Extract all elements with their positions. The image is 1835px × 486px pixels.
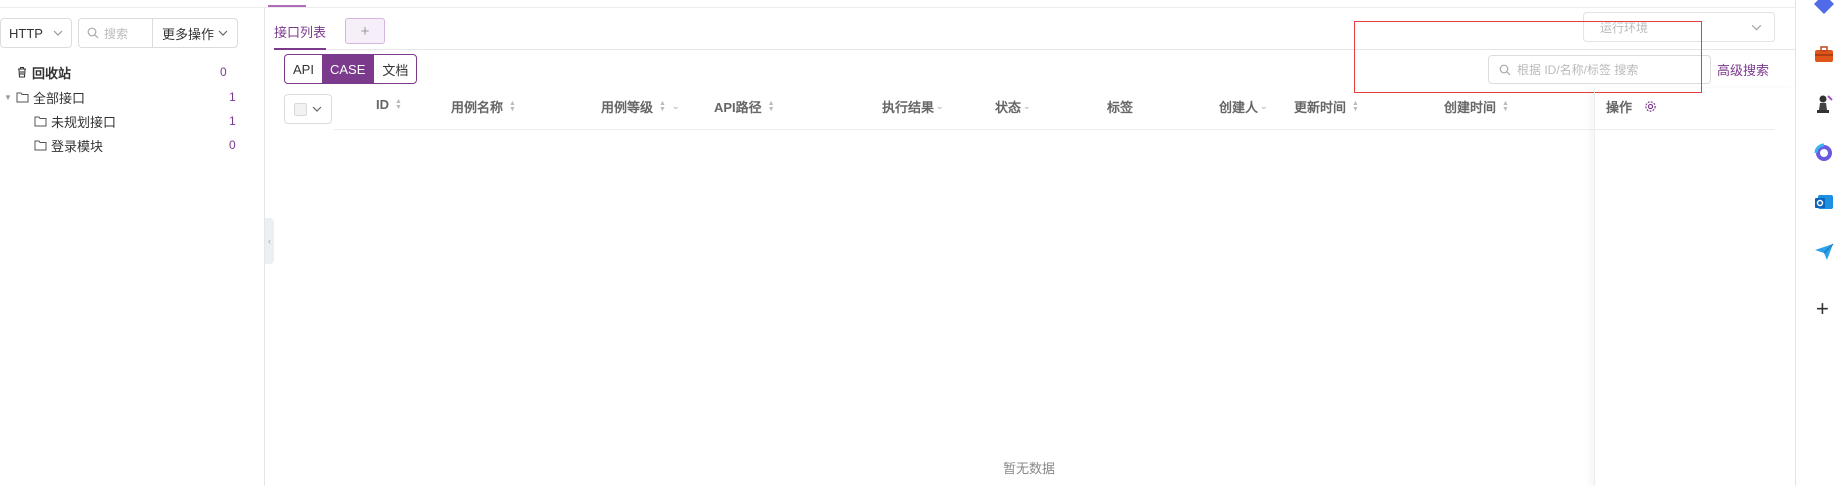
column-status[interactable]: 状态 ⌄ <box>995 97 1031 116</box>
select-all-checkbox[interactable] <box>284 94 332 124</box>
app-side-rail: + <box>1795 0 1835 486</box>
filter-chevron-icon[interactable]: ⌄ <box>936 101 944 112</box>
tab-interface-list[interactable]: 接口列表 <box>274 18 327 50</box>
column-label: 用例等级 <box>601 100 654 115</box>
highlight-annotation-box <box>1354 21 1702 93</box>
filter-chevron-icon[interactable]: ⌄ <box>672 101 680 112</box>
chevron-down-icon <box>1751 24 1762 31</box>
column-label: 标签 <box>1107 100 1134 115</box>
segment-docs[interactable]: 文档 <box>373 55 416 83</box>
chevron-down-icon <box>53 30 63 36</box>
empty-state-text: 暂无数据 <box>1003 461 1056 476</box>
column-api-path[interactable]: API路径 ▲ ▼ <box>714 97 775 116</box>
recycle-bin-label: 回收站 <box>32 65 72 81</box>
column-label: 执行结果 <box>882 100 935 115</box>
gear-icon[interactable] <box>1644 100 1657 113</box>
trash-icon <box>18 66 26 78</box>
chevron-down-icon <box>218 30 228 36</box>
recycle-bin-count: 0 <box>220 65 227 79</box>
tree-item-label: 未规划接口 <box>51 114 117 130</box>
operations-column <box>1594 88 1795 486</box>
filter-chevron-icon[interactable]: ⌄ <box>1023 101 1031 112</box>
column-creator[interactable]: 创建人 ⌄ <box>1219 97 1268 116</box>
tree-item-unplanned[interactable]: 未规划接口 1 <box>34 111 236 131</box>
table-header <box>334 88 1775 130</box>
search-icon <box>87 27 99 39</box>
column-label: 更新时间 <box>1294 100 1347 115</box>
column-operations: 操作 <box>1606 97 1657 116</box>
tree-item-count: 1 <box>229 114 236 128</box>
protocol-select[interactable]: HTTP <box>0 18 72 48</box>
folder-icon <box>34 140 47 151</box>
more-actions-button[interactable]: 更多操作 <box>153 19 237 47</box>
module-search-input[interactable]: 搜索 <box>79 19 153 47</box>
tree-item-count: 0 <box>229 138 236 152</box>
chevron-down-icon <box>312 106 322 112</box>
sidebar-collapse-handle[interactable]: ‹ <box>265 218 274 264</box>
column-label: 操作 <box>1606 100 1633 115</box>
toolbox-icon[interactable] <box>1814 45 1834 65</box>
tree-item-login[interactable]: 登录模块 0 <box>34 135 236 155</box>
filter-chevron-icon[interactable]: ⌄ <box>1260 101 1268 112</box>
column-label: 状态 <box>995 100 1022 115</box>
column-label: 创建时间 <box>1444 100 1497 115</box>
recycle-bin-item[interactable]: 回收站 0 <box>16 62 227 82</box>
sort-icon[interactable]: ▲ ▼ <box>1352 100 1359 113</box>
outlook-icon[interactable] <box>1814 192 1834 212</box>
column-id[interactable]: ID ▲ ▼ <box>376 97 402 112</box>
sort-icon[interactable]: ▲ ▼ <box>395 98 402 111</box>
caret-down-icon[interactable]: ▼ <box>4 93 12 102</box>
more-actions-label: 更多操作 <box>161 26 214 42</box>
diamond-icon[interactable] <box>1814 0 1834 20</box>
plus-icon: + <box>360 22 370 40</box>
add-tab-button[interactable]: + <box>345 18 385 44</box>
sort-icon[interactable]: ▲ ▼ <box>1502 100 1509 113</box>
column-exec-result[interactable]: 执行结果 ⌄ <box>882 97 944 116</box>
column-created-time[interactable]: 创建时间 ▲ ▼ <box>1444 97 1509 116</box>
folder-icon <box>34 116 47 127</box>
view-switcher: API CASE 文档 <box>284 54 418 84</box>
tab-label: 接口列表 <box>274 25 327 40</box>
module-search-placeholder: 搜索 <box>104 26 129 41</box>
column-label: ID <box>376 97 389 112</box>
sort-icon[interactable]: ▲ ▼ <box>509 100 516 113</box>
sort-icon[interactable]: ▲ ▼ <box>659 100 666 113</box>
plus-icon[interactable]: + <box>1816 296 1829 322</box>
tree-item-label: 登录模块 <box>51 138 104 154</box>
folder-icon <box>16 92 29 103</box>
column-label: 用例名称 <box>451 100 504 115</box>
segment-api[interactable]: API <box>285 55 322 83</box>
send-icon[interactable] <box>1814 242 1834 262</box>
sort-icon[interactable]: ▲ ▼ <box>768 100 775 113</box>
column-label: 创建人 <box>1219 100 1259 115</box>
top-bar <box>0 0 1795 8</box>
top-tab-indicator <box>268 5 306 7</box>
tree-item-all[interactable]: ▼ 全部接口 1 <box>4 87 236 107</box>
chevron-left-icon: ‹ <box>268 236 271 246</box>
column-case-name[interactable]: 用例名称 ▲ ▼ <box>451 97 516 116</box>
column-updated-time[interactable]: 更新时间 ▲ ▼ <box>1294 97 1359 116</box>
tree-item-label: 全部接口 <box>33 90 86 106</box>
tree-item-count: 1 <box>229 90 236 104</box>
column-tags: 标签 <box>1107 97 1133 116</box>
checkbox-icon <box>293 102 307 116</box>
module-sidebar: HTTP 搜索 更多操作 回收站 0 ▼ 全部接口 1 未规划接口 1 登录模块… <box>0 8 265 486</box>
module-search: 搜索 更多操作 <box>78 18 238 48</box>
protocol-value: HTTP <box>9 25 43 41</box>
column-label: API路径 <box>714 100 762 115</box>
column-case-level[interactable]: 用例等级 ▲ ▼ ⌄ <box>601 97 680 116</box>
segment-case[interactable]: CASE <box>321 55 374 83</box>
advanced-search-link[interactable]: 高级搜索 <box>1717 60 1769 79</box>
chess-icon[interactable] <box>1814 94 1834 114</box>
copilot-icon[interactable] <box>1814 143 1834 163</box>
